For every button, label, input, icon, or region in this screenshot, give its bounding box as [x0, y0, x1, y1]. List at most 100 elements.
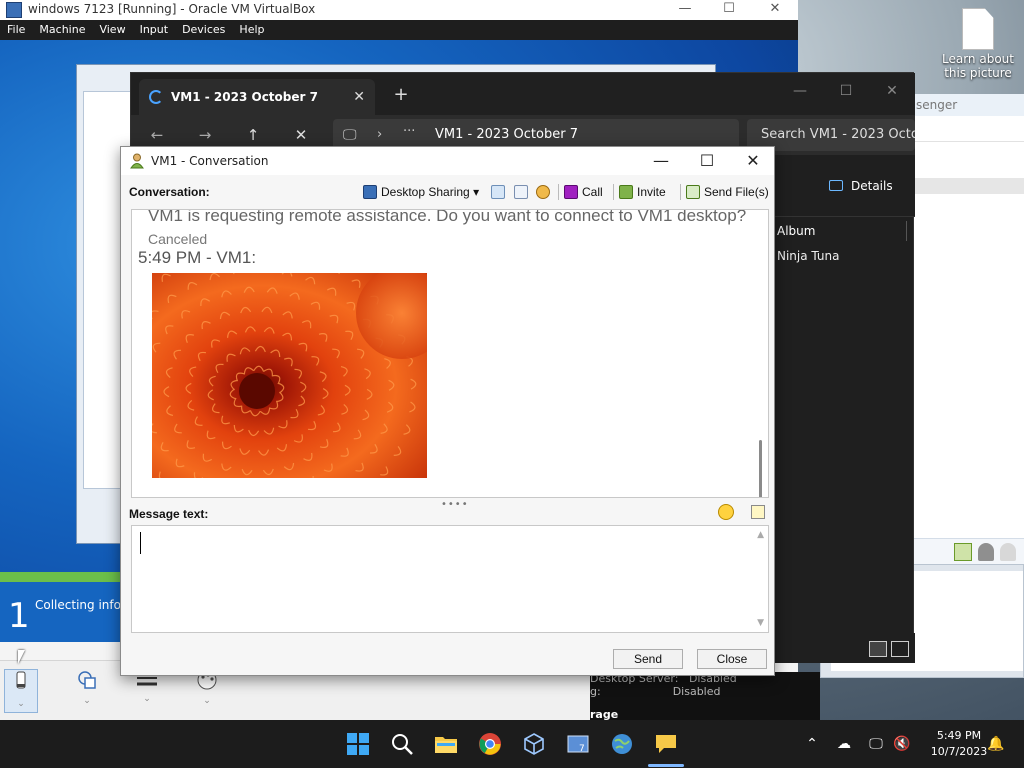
search-icon[interactable] [390, 732, 414, 756]
request-status: Canceled [148, 231, 208, 247]
call-button[interactable]: Call [564, 181, 603, 203]
font-format-icon[interactable] [751, 505, 765, 519]
show-hidden-icons[interactable]: ⌃ [802, 734, 822, 754]
invite-users-icon [619, 185, 633, 199]
close-icon[interactable]: ✕ [869, 79, 915, 103]
chevron-down-icon: ⌄ [17, 699, 25, 709]
network-globe-icon[interactable] [610, 732, 634, 756]
taskbar: 7 ⌃ ☁ 🖵 🔇 5:49 PM 10/7/2023 🔔 [0, 720, 1024, 768]
close-button[interactable]: Close [697, 649, 767, 669]
messenger-title-fragment: senger [914, 94, 1024, 116]
stop-icon[interactable]: ✕ [287, 123, 315, 147]
notes-icon [514, 185, 528, 199]
history-scrollbar[interactable] [759, 440, 762, 497]
activities-button[interactable] [536, 181, 554, 203]
messenger-status-bar [914, 538, 1024, 564]
maximize-icon[interactable]: ☐ [684, 147, 730, 175]
details-pane-button[interactable]: Details [829, 179, 893, 193]
album-cell[interactable]: Ninja Tuna [777, 249, 840, 263]
whiteboard-icon [491, 185, 505, 199]
emoticon-icon[interactable] [718, 504, 734, 520]
file-explorer-icon[interactable] [434, 732, 458, 756]
maximize-icon[interactable]: ☐ [823, 79, 869, 103]
details-view-icon[interactable] [869, 641, 887, 657]
onedrive-icon[interactable]: ☁ [834, 734, 854, 754]
scroll-up-icon[interactable]: ▲ [757, 530, 764, 540]
invite-button[interactable]: Invite [619, 181, 666, 203]
notifications-bell-icon[interactable]: 🔔 [986, 734, 1006, 754]
new-tab-icon[interactable]: + [389, 83, 413, 107]
chevron-down-icon: ⌄ [143, 694, 151, 704]
splitter-grip[interactable]: •••• [441, 499, 469, 510]
remote-assistance-request: VM1 is requesting remote assistance. Do … [148, 209, 747, 247]
messenger-chat-icon[interactable] [654, 732, 678, 756]
menu-devices[interactable]: Devices [175, 20, 232, 40]
menu-input[interactable]: Input [133, 20, 175, 40]
forward-arrow-icon[interactable]: → [191, 123, 219, 147]
conversation-history[interactable]: VM1 is requesting remote assistance. Do … [131, 209, 769, 498]
system-info-strip: Desktop Server: Disabled g: Disabled rage [590, 672, 820, 721]
close-icon[interactable]: ✕ [730, 147, 776, 175]
loading-spinner-icon [149, 90, 163, 104]
minimize-icon[interactable]: — [777, 79, 823, 103]
more-icon[interactable]: ··· [403, 116, 415, 148]
close-icon[interactable]: ✕ [752, 0, 798, 20]
menu-help[interactable]: Help [232, 20, 271, 40]
virtualbox-vm-icon[interactable]: 7 [566, 732, 590, 756]
conversation-label: Conversation: [129, 185, 210, 199]
conversation-title-bar[interactable]: VM1 - Conversation — ☐ ✕ [121, 147, 774, 175]
guest-tool-brush[interactable]: ⌄ [4, 669, 38, 713]
menu-view[interactable]: View [92, 20, 132, 40]
send-files-button[interactable]: Send File(s) [686, 181, 769, 203]
virtualbox-cube-icon[interactable] [522, 732, 546, 756]
clock-date: 10/7/2023 [930, 745, 988, 758]
desktop-sharing-button[interactable]: Desktop Sharing ▾ [363, 181, 479, 203]
chevron-down-icon: ⌄ [83, 696, 91, 706]
minimize-icon[interactable]: — [638, 147, 684, 175]
conversation-window[interactable]: VM1 - Conversation — ☐ ✕ Conversation: D… [120, 146, 775, 676]
start-windows-icon[interactable] [346, 732, 370, 756]
message-input[interactable]: ▲ ▼ [131, 525, 769, 633]
column-header-album[interactable]: Album [777, 221, 907, 241]
chrome-icon[interactable] [478, 732, 502, 756]
messenger-window-back[interactable]: senger [913, 94, 1024, 564]
guest-tool-shapes[interactable]: ⌄ [70, 669, 104, 713]
text-caret [140, 532, 141, 554]
send-button[interactable]: Send [613, 649, 683, 669]
close-tab-icon[interactable]: ✕ [353, 79, 365, 115]
clock-time: 5:49 PM [936, 729, 982, 742]
whiteboard-button[interactable] [491, 181, 509, 203]
virtualbox-title: windows 7123 [Running] - Oracle VM Virtu… [28, 2, 316, 16]
menu-machine[interactable]: Machine [32, 20, 92, 40]
dropdown-arrow-icon: ▾ [473, 185, 480, 199]
virtualbox-menu-bar: File Machine View Input Devices Help [0, 20, 798, 40]
details-pane-icon [829, 180, 843, 191]
menu-file[interactable]: File [0, 20, 32, 40]
send-file-icon [686, 185, 700, 199]
status-offline-icon[interactable] [1000, 543, 1016, 561]
received-flower-image[interactable] [152, 273, 427, 478]
volume-muted-icon[interactable]: 🔇 [892, 734, 912, 754]
back-arrow-icon[interactable]: ← [143, 123, 171, 147]
flower-image [152, 273, 427, 478]
virtualbox-title-bar[interactable]: windows 7123 [Running] - Oracle VM Virtu… [0, 0, 798, 20]
clock[interactable]: 5:49 PM 10/7/2023 [928, 728, 990, 760]
explorer-tab[interactable]: VM1 - 2023 October 7 ✕ [139, 79, 375, 115]
maximize-icon[interactable]: ☐ [706, 0, 752, 20]
status-online-icon[interactable] [954, 543, 972, 561]
chevron-down-icon: ⌄ [203, 696, 211, 706]
minimize-icon[interactable]: — [662, 0, 708, 20]
up-arrow-icon[interactable]: ↑ [239, 123, 267, 147]
message-text-label: Message text: [129, 507, 209, 521]
brush-icon [16, 671, 26, 689]
network-icon[interactable]: 🖵 [866, 734, 886, 754]
explorer-tab-strip: VM1 - 2023 October 7 ✕ + — ☐ ✕ [131, 73, 915, 115]
learn-about-picture-shortcut[interactable]: Learn about this picture [938, 6, 1018, 90]
shapes-icon [78, 671, 96, 689]
conversation-title: VM1 - Conversation [151, 154, 269, 168]
scroll-down-icon[interactable]: ▼ [757, 618, 764, 628]
file-transfer-button[interactable] [514, 181, 532, 203]
status-away-icon[interactable] [978, 543, 994, 561]
large-icons-view-icon[interactable] [891, 641, 909, 657]
guest-progress: 1 Collecting infor [0, 582, 126, 642]
